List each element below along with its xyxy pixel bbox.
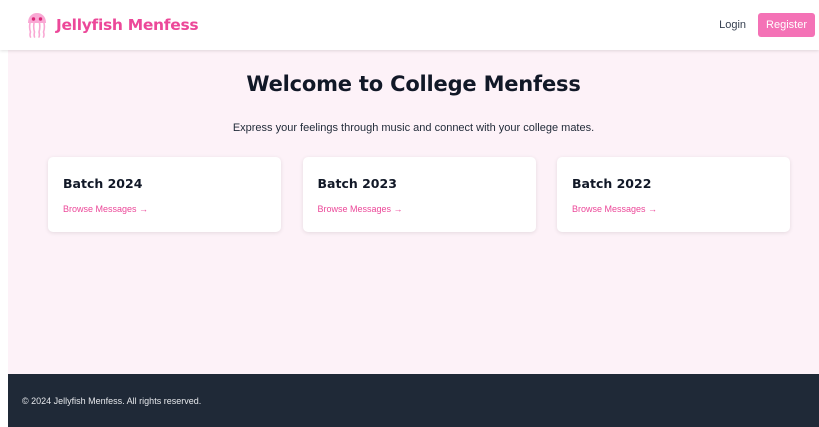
main-content: Welcome to College Menfess Express your … [8,50,819,374]
site-footer: © 2024 Jellyfish Menfess. All rights res… [8,374,819,427]
batch-card-title: Batch 2024 [63,176,143,191]
login-link[interactable]: Login [719,19,746,31]
browse-messages-link[interactable]: Browse Messages → [572,204,657,214]
copyright-text: © 2024 Jellyfish Menfess. All rights res… [22,395,202,406]
brand-home-link[interactable]: Jellyfish Menfess [26,12,199,38]
browse-messages-link[interactable]: Browse Messages → [63,204,148,214]
batch-card-2024: Batch 2024 Browse Messages → [48,157,281,232]
batch-card-title: Batch 2022 [572,176,652,191]
jellyfish-icon [28,13,46,38]
batch-card-2022: Batch 2022 Browse Messages → [557,157,790,232]
top-navbar: Jellyfish Menfess Login Register [0,0,819,50]
page-title: Welcome to College Menfess [246,72,581,96]
batch-cards: Batch 2024 Browse Messages → Batch 2023 … [48,157,790,232]
brand-name: Jellyfish Menfess [56,16,199,34]
page-subtitle: Express your feelings through music and … [232,122,595,134]
nav-actions: Login Register [719,13,815,37]
batch-card-title: Batch 2023 [317,176,397,191]
batch-card-2023: Batch 2023 Browse Messages → [302,157,536,232]
browse-messages-link[interactable]: Browse Messages → [318,204,403,214]
register-button[interactable]: Register [758,13,815,37]
